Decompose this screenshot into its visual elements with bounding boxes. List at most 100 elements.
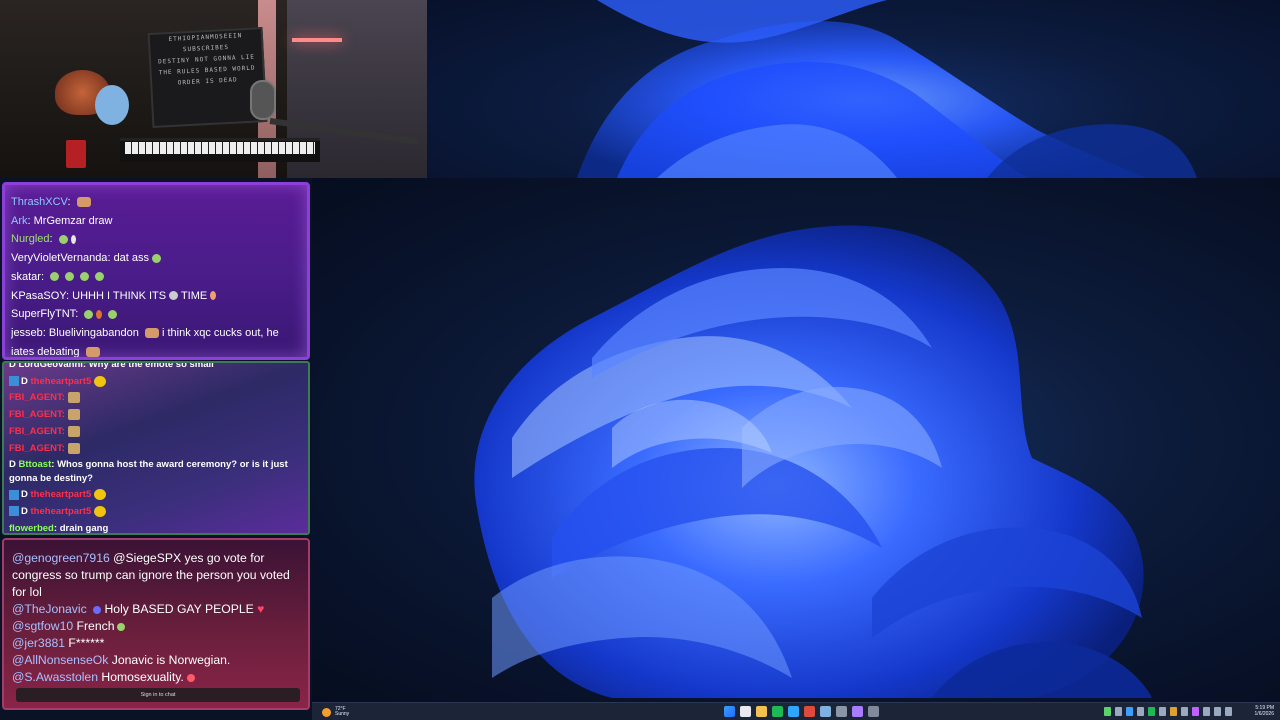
chat-text: drain gang bbox=[59, 522, 109, 534]
emote-icon bbox=[169, 291, 179, 301]
chat-username[interactable]: @sgtfow10 bbox=[12, 619, 73, 633]
desktop-wallpaper bbox=[312, 178, 1280, 702]
tray-app-icon[interactable] bbox=[1148, 707, 1155, 716]
emote-icon bbox=[80, 272, 90, 282]
chat-panel-twitch[interactable]: ThrashXCV: Ark: MrGemzar draw Nurgled: V… bbox=[2, 182, 310, 360]
taskview-icon[interactable] bbox=[756, 706, 767, 717]
settings-icon[interactable] bbox=[836, 706, 847, 717]
chat-username[interactable]: FBI_AGENT bbox=[9, 392, 62, 403]
chat-message: D theheartpart5 bbox=[9, 487, 303, 504]
volume-icon[interactable] bbox=[1214, 707, 1221, 716]
chat-message: @sgtfow10 French bbox=[12, 618, 300, 635]
taskbar-pinned-apps bbox=[724, 706, 879, 717]
emote-icon bbox=[96, 309, 103, 319]
chat-username[interactable]: @genogreen7916 bbox=[12, 551, 110, 565]
heart-icon: ♥ bbox=[257, 602, 265, 616]
emote-icon bbox=[95, 272, 105, 282]
emote-icon bbox=[58, 235, 68, 244]
tray-app-icon[interactable] bbox=[1104, 707, 1111, 716]
chat-username[interactable]: theheartpart5 bbox=[31, 489, 92, 500]
chat-message: Nurgled: bbox=[11, 230, 301, 249]
emote-icon bbox=[186, 673, 195, 682]
chat-username[interactable]: Nurgled bbox=[11, 233, 50, 245]
chat-username[interactable]: flowerbed bbox=[9, 523, 54, 533]
tray-app-icon[interactable] bbox=[1115, 707, 1122, 716]
webcam-microphone bbox=[250, 80, 276, 120]
chat-username[interactable]: FBI_AGENT bbox=[9, 409, 62, 420]
chat-username[interactable]: FBI_AGENT bbox=[9, 443, 62, 454]
taskbar-clock[interactable]: 5:19 PM 1/6/2026 bbox=[1255, 705, 1274, 717]
chat-username[interactable]: theheartpart5 bbox=[31, 506, 92, 517]
chat-username[interactable]: VeryVioletVernanda bbox=[11, 252, 107, 264]
chat-message: FBI_AGENT: bbox=[9, 407, 303, 424]
chat-username[interactable]: @S.Awasstolen bbox=[12, 670, 98, 684]
chat-text: F****** bbox=[68, 636, 105, 650]
emote-icon bbox=[67, 442, 80, 454]
emote-icon bbox=[210, 291, 217, 301]
chat-text: dat ass bbox=[113, 252, 150, 265]
tray-app-icon[interactable] bbox=[1159, 707, 1166, 716]
tray-app-icon[interactable] bbox=[1126, 707, 1133, 716]
chat-username[interactable]: ThrashXCV bbox=[11, 196, 67, 208]
chat-message: ThrashXCV: bbox=[11, 193, 301, 212]
app-icon[interactable] bbox=[852, 706, 863, 717]
chat-username[interactable]: skatar bbox=[11, 271, 41, 283]
sun-icon bbox=[322, 707, 331, 717]
tray-app-icon[interactable] bbox=[1170, 707, 1177, 716]
battery-icon[interactable] bbox=[1225, 707, 1232, 716]
windows-start-icon[interactable] bbox=[724, 706, 735, 717]
badge-icon bbox=[9, 376, 19, 387]
chat-message: Ark: MrGemzar draw bbox=[11, 214, 113, 227]
chat-username[interactable]: Bttoast bbox=[19, 459, 52, 470]
chat-message: @TheJonavic Holy BASED GAY PEOPLE ♥ bbox=[12, 601, 300, 618]
sign-in-chat-button[interactable]: Sign in to chat bbox=[16, 688, 300, 702]
chat-message: FBI_AGENT: bbox=[9, 424, 303, 441]
tray-app-icon[interactable] bbox=[1192, 707, 1199, 716]
chat-username[interactable]: KPasaSOY bbox=[11, 290, 66, 302]
chat-message: D theheartpart5 bbox=[9, 374, 303, 391]
chat-username[interactable]: theheartpart5 bbox=[31, 376, 92, 387]
emote-icon bbox=[76, 197, 91, 208]
emote-icon bbox=[67, 392, 80, 404]
chat-username[interactable]: @TheJonavic bbox=[12, 602, 87, 616]
chat-username[interactable]: jesseb bbox=[11, 327, 43, 339]
chat-message: FBI_AGENT: bbox=[9, 441, 303, 458]
tray-app-icon[interactable] bbox=[1181, 707, 1188, 716]
chat-text: TIME bbox=[180, 289, 208, 302]
edge-icon[interactable] bbox=[788, 706, 799, 717]
chat-username[interactable]: @jer3881 bbox=[12, 636, 65, 650]
chat-username[interactable]: @AllNonsenseOk bbox=[12, 653, 108, 667]
badge-icon bbox=[9, 489, 19, 500]
terminal-icon[interactable] bbox=[868, 706, 879, 717]
chat-panel-youtube[interactable]: @genogreen7916 @SiegeSPX yes go vote for… bbox=[2, 538, 310, 710]
chat-text: French bbox=[76, 619, 115, 633]
emote-icon bbox=[84, 309, 94, 319]
spotify-icon[interactable] bbox=[772, 706, 783, 717]
chat-username[interactable]: Ark bbox=[11, 215, 28, 227]
folder-icon[interactable] bbox=[820, 706, 831, 717]
chrome-icon[interactable] bbox=[804, 706, 815, 717]
chat-message: skatar: bbox=[11, 268, 301, 287]
wifi-icon[interactable] bbox=[1203, 707, 1210, 716]
chat-username[interactable]: FBI_AGENT bbox=[9, 426, 62, 437]
chat-message: @S.Awasstolen Homosexuality. bbox=[12, 669, 300, 686]
emote-icon bbox=[117, 622, 126, 631]
webcam-plush bbox=[95, 85, 129, 125]
chat-username[interactable]: SuperFlyTNT bbox=[11, 308, 75, 320]
webcam-overlay: ETHIOPIANMOSEEIN SUBSCRIBES DESTINY NOT … bbox=[0, 0, 427, 178]
chat-message: D Bttoast: Whos gonna host the award cer… bbox=[9, 459, 288, 485]
emote-icon bbox=[94, 505, 107, 517]
emote-icon bbox=[67, 425, 80, 437]
file-explorer-icon[interactable] bbox=[740, 706, 751, 717]
chat-text: Jonavic is Norwegian. bbox=[111, 653, 231, 667]
emote-icon bbox=[94, 375, 107, 387]
webcam-keys bbox=[125, 142, 315, 154]
emote-icon bbox=[144, 328, 159, 339]
chat-message: @jer3881 F****** bbox=[12, 635, 300, 652]
weather-widget[interactable]: 72°F Sunny bbox=[322, 705, 349, 719]
wallpaper-bloom-top bbox=[577, 0, 1197, 178]
chat-message: @AllNonsenseOk Jonavic is Norwegian. bbox=[12, 652, 300, 669]
tray-app-icon[interactable] bbox=[1137, 707, 1144, 716]
emote-icon bbox=[50, 272, 60, 282]
chat-panel-kick[interactable]: D LordGeovanni: Why are the emote so sma… bbox=[2, 361, 310, 535]
